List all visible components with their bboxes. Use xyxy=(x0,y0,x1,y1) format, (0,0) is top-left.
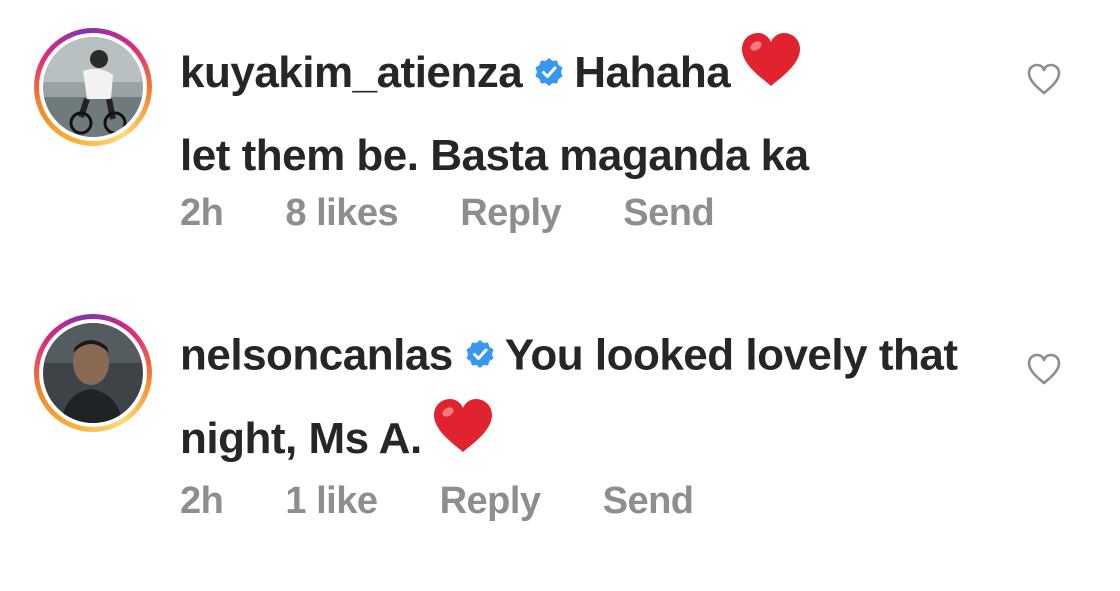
comment-body: Hahaha xyxy=(574,48,731,98)
avatar[interactable] xyxy=(34,28,152,146)
comment-meta: 2h 1 like Reply Send xyxy=(180,480,746,523)
send-button[interactable]: Send xyxy=(603,480,694,522)
reply-button[interactable]: Reply xyxy=(440,480,541,522)
reply-button[interactable]: Reply xyxy=(460,192,561,234)
likes-count-link[interactable]: 8 likes xyxy=(285,192,398,234)
comment-time: 2h xyxy=(180,480,224,522)
heart-outline-icon[interactable] xyxy=(1026,62,1062,96)
avatar[interactable] xyxy=(34,314,152,432)
comment-meta: 2h 8 likes Reply Send xyxy=(180,192,766,235)
likes-count-link[interactable]: 1 like xyxy=(285,480,378,522)
comment-text: kuyakim_atienza Hahaha let them be. Basta … xyxy=(180,32,1000,193)
red-heart-emoji-icon xyxy=(740,32,802,111)
verified-badge-icon xyxy=(534,36,564,110)
comment-time: 2h xyxy=(180,192,224,234)
username[interactable]: nelsoncanlas xyxy=(180,331,453,380)
username[interactable]: kuyakim_atienza xyxy=(180,48,523,97)
verified-badge-icon xyxy=(465,318,495,392)
comment-body-continued: let them be. Basta maganda ka xyxy=(180,131,809,180)
avatar-photo-portrait xyxy=(43,323,143,423)
avatar-photo-cyclist xyxy=(43,37,143,137)
heart-outline-icon[interactable] xyxy=(1026,352,1062,386)
comment-text: nelsoncanlas You looked lovely that night… xyxy=(180,318,1000,485)
red-heart-emoji-icon xyxy=(432,398,494,477)
send-button[interactable]: Send xyxy=(623,192,714,234)
